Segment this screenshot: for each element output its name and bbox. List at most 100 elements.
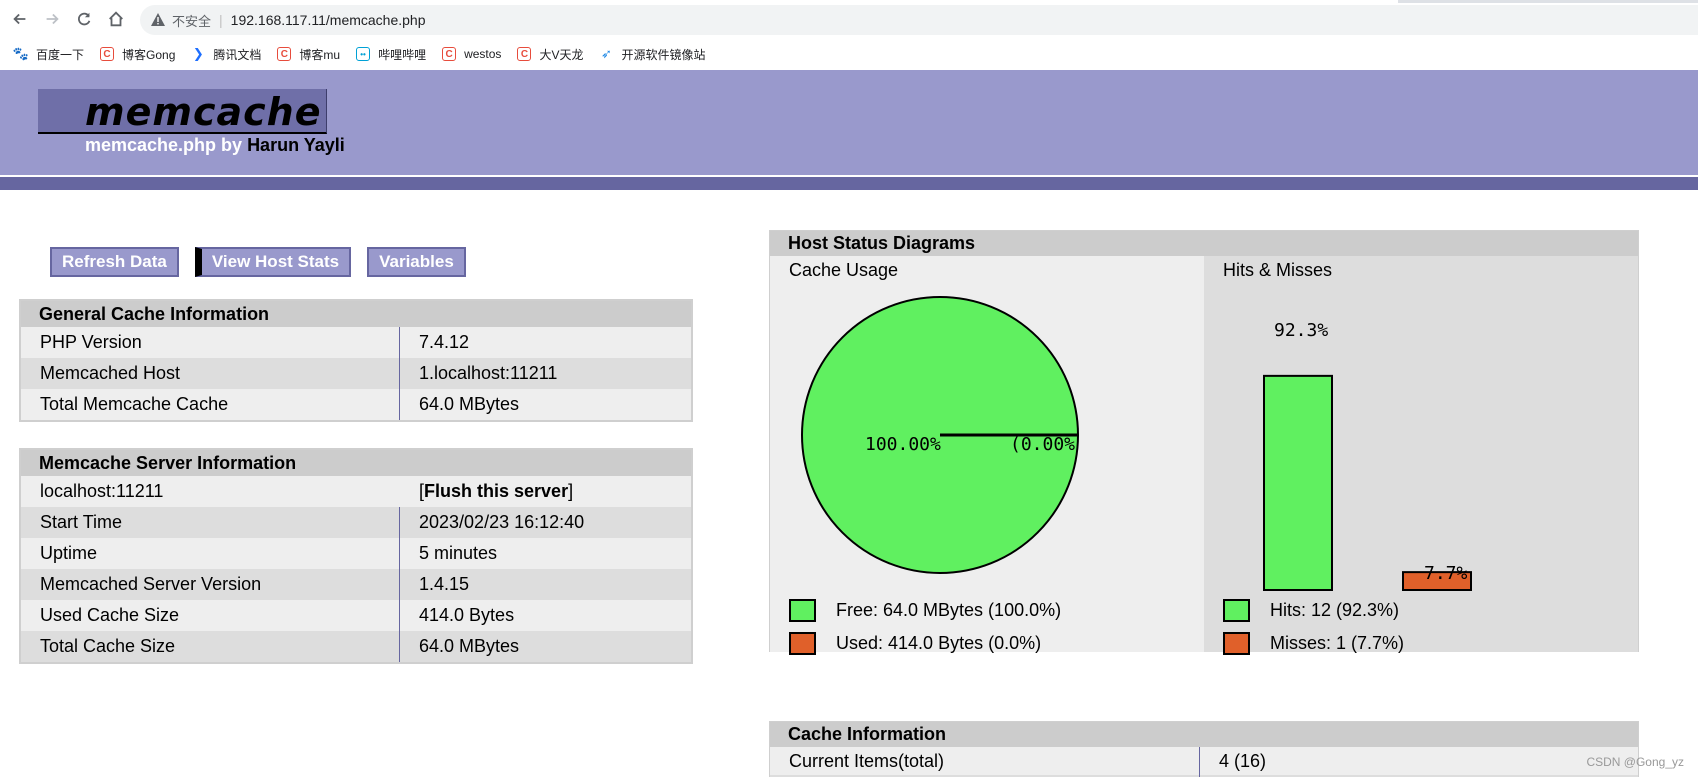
bar-hits	[1263, 374, 1333, 591]
bracket: ]	[568, 481, 574, 501]
browser-toolbar: 不安全 | 192.168.117.11/memcache.php	[0, 0, 1698, 38]
pie-label-used: (0.00%	[1010, 434, 1075, 455]
table-row: Current Items(total) 4 (16)	[770, 747, 1638, 775]
cache-usage-pie-chart: 100.00% (0.00%	[801, 296, 1079, 574]
bar-label-misses: 7.7%	[1424, 563, 1468, 584]
warning-triangle-icon[interactable]	[150, 12, 166, 28]
row-value: 4 (16)	[1219, 750, 1267, 771]
table-row: localhost:11211 [Flush this server]	[21, 476, 691, 507]
host-status-diagrams: Host Status Diagrams Cache Usage 100.00%…	[769, 230, 1639, 655]
hits-misses-bar-chart: 92.3% 7.7%	[1263, 320, 1472, 591]
flush-server-cell: [Flush this server]	[400, 476, 691, 507]
table-row: Uptime 5 minutes	[21, 538, 691, 569]
row-value: 1.localhost:11211	[419, 363, 558, 383]
general-cache-info-table: General Cache Information PHP Version 7.4…	[19, 299, 693, 422]
watermark: CSDN @Gong_yz	[1586, 755, 1684, 769]
swatch-hits	[1223, 599, 1250, 622]
insecure-label[interactable]: 不安全	[172, 11, 211, 30]
table-title: Memcache Server Information	[21, 450, 691, 476]
mirror-icon: ➶	[601, 46, 612, 61]
bookmark-blog-mu[interactable]: C 博客mu	[277, 46, 340, 63]
csdn-icon: C	[100, 47, 115, 61]
header-bar	[0, 177, 1698, 190]
bookmark-label: westos	[464, 47, 502, 61]
baidu-paw-icon: 🐾	[12, 46, 30, 61]
view-host-stats-button[interactable]: View Host Stats	[194, 247, 352, 277]
table-row: Total Cache Size 64.0 MBytes	[21, 631, 691, 662]
forward-arrow-icon[interactable]	[40, 7, 64, 31]
cache-usage-panel: Cache Usage 100.00% (0.00% Free: 64.0 MB…	[770, 256, 1204, 655]
menu-bar: Refresh Data View Host Stats Variables	[50, 247, 482, 277]
legend-used: Used: 414.0 Bytes (0.0%)	[789, 632, 1041, 655]
bookmark-baidu[interactable]: 🐾 百度一下	[12, 46, 85, 63]
row-key: Current Items(total)	[770, 747, 1200, 775]
separator: |	[219, 12, 223, 28]
bookmarks-bar: 🐾 百度一下 C 博客Gong ❯ 腾讯文档 C 博客mu •• 哔哩哔哩 Cwestos…	[0, 38, 1698, 70]
swatch-misses	[1223, 632, 1250, 655]
row-value: 414.0 Bytes	[419, 605, 515, 625]
home-icon[interactable]	[104, 7, 128, 31]
swatch-used	[789, 632, 816, 655]
bilibili-icon: ••	[356, 47, 371, 61]
legend-free: Free: 64.0 MBytes (100.0%)	[789, 599, 1061, 622]
table-title: General Cache Information	[21, 301, 691, 327]
reload-icon[interactable]	[72, 7, 96, 31]
bookmark-mirror[interactable]: ➶ 开源软件镜像站	[599, 46, 705, 63]
bookmark-westos[interactable]: Cwestos	[442, 47, 501, 61]
csdn-icon: C	[277, 47, 292, 61]
legend-label: Free: 64.0 MBytes (100.0%)	[836, 600, 1062, 620]
row-key: Memcached Host	[21, 358, 400, 389]
bookmark-blog-gong[interactable]: C 博客Gong	[100, 46, 175, 63]
url-text[interactable]: 192.168.117.11/memcache.php	[231, 12, 426, 28]
row-key: Memcached Server Version	[21, 569, 400, 600]
bookmark-label: 腾讯文档	[213, 47, 262, 62]
legend-label: Used: 414.0 Bytes (0.0%)	[836, 633, 1042, 653]
author-name: Harun Yayli	[247, 135, 345, 155]
csdn-icon: C	[517, 47, 532, 61]
server-host: localhost:11211	[40, 481, 164, 501]
variables-button[interactable]: Variables	[367, 247, 466, 277]
bookmark-label: 大V天龙	[539, 47, 584, 62]
pie-label-free: 100.00%	[865, 434, 941, 455]
legend-label: Hits: 12 (92.3%)	[1270, 600, 1400, 620]
bookmark-label: 百度一下	[36, 47, 85, 62]
table-row: Memcached Host 1.localhost:11211	[21, 358, 691, 389]
logo-subtitle: memcache.php by Harun Yayli	[85, 135, 345, 156]
cache-info-table: Cache Information Current Items(total) 4 …	[769, 721, 1639, 777]
bookmark-tencent-docs[interactable]: ❯ 腾讯文档	[191, 46, 261, 63]
bookmark-label: 博客Gong	[122, 47, 176, 62]
row-key: Used Cache Size	[21, 600, 400, 631]
flush-server-link[interactable]: Flush this server	[424, 481, 568, 502]
hits-misses-panel: Hits & Misses 92.3% 7.7% Hits: 12 (92.3%…	[1204, 256, 1638, 655]
server-info-table: Memcache Server Information localhost:11…	[19, 448, 693, 664]
table-title: Cache Information	[770, 722, 1638, 747]
table-row: Start Time 2023/02/23 16:12:40	[21, 507, 691, 538]
bookmark-bilibili[interactable]: •• 哔哩哔哩	[356, 46, 426, 63]
legend-hits: Hits: 12 (92.3%)	[1223, 599, 1399, 622]
subtitle-prefix: memcache.php by	[85, 135, 248, 155]
page-content: memcache memcache.php by Harun Yayli Ref…	[0, 70, 1698, 777]
row-value: 5 minutes	[419, 543, 498, 563]
legend-misses: Misses: 1 (7.7%)	[1223, 632, 1404, 655]
row-value: 2023/02/23 16:12:40	[419, 512, 585, 532]
row-key: PHP Version	[21, 327, 400, 358]
table-row: Used Cache Size 414.0 Bytes	[21, 600, 691, 631]
refresh-data-button[interactable]: Refresh Data	[50, 247, 179, 277]
table-row: PHP Version 7.4.12	[21, 327, 691, 358]
row-value: 1.4.15	[419, 574, 470, 594]
swatch-free	[789, 599, 816, 622]
tencent-docs-icon: ❯	[192, 46, 204, 61]
address-bar[interactable]: 不安全 | 192.168.117.11/memcache.php	[140, 5, 1698, 35]
row-key: Start Time	[21, 507, 400, 538]
bookmark-dav-tianlong[interactable]: C 大V天龙	[517, 46, 583, 63]
bookmark-label: 博客mu	[299, 47, 341, 62]
back-arrow-icon[interactable]	[8, 7, 32, 31]
bookmark-label: 开源软件镜像站	[621, 47, 706, 62]
tab-strip-edge	[1398, 0, 1698, 3]
row-value: 64.0 MBytes	[419, 636, 520, 656]
diagrams-title: Host Status Diagrams	[770, 231, 1638, 256]
legend-label: Misses: 1 (7.7%)	[1270, 633, 1405, 653]
row-value: 64.0 MBytes	[419, 394, 520, 414]
row-value: 7.4.12	[419, 332, 470, 352]
row-key: Uptime	[21, 538, 400, 569]
